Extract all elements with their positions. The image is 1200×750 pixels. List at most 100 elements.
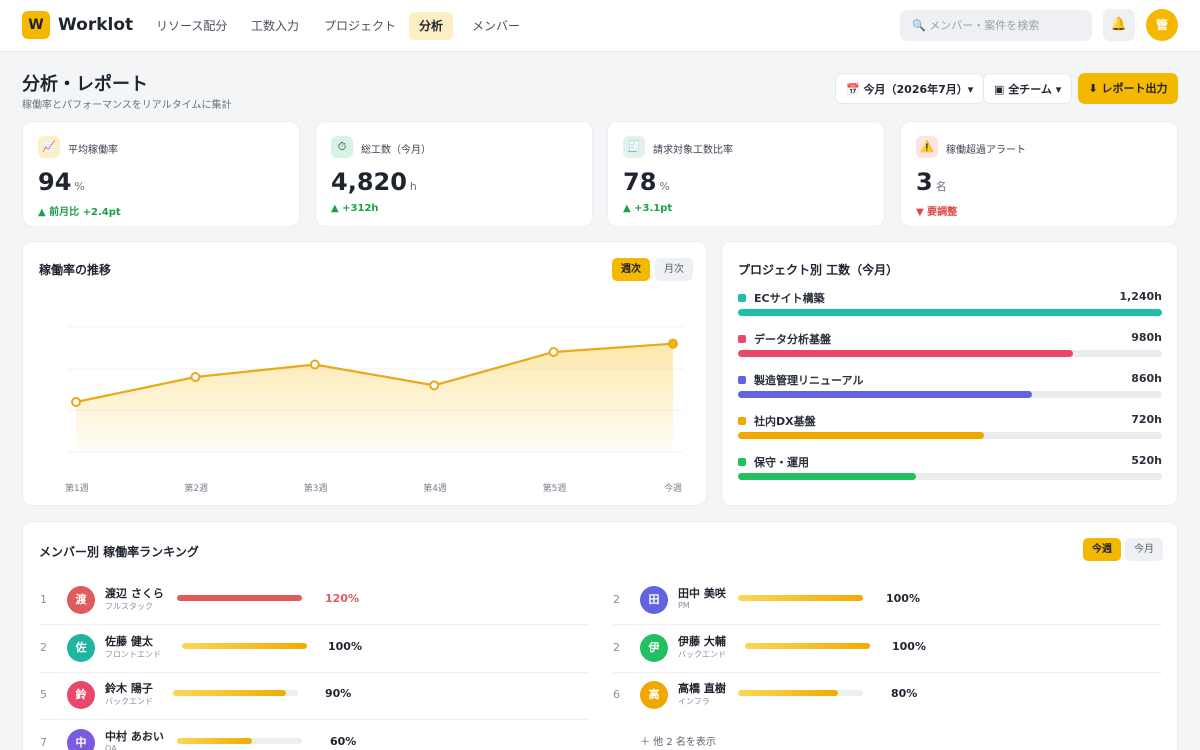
member-ranking-card: メンバー別 稼働率ランキング 今週 今月 1 渡渡辺 さくら フルスタック 120% 2… <box>22 521 1178 750</box>
period-filter-dropdown[interactable]: 📅 今月（2026年7月）▾ <box>835 73 985 104</box>
nav-members[interactable]: メンバー <box>462 12 530 40</box>
utilization-trend-card: 稼働率の推移 週次 月次 第1週 第2週 第3週 第4週 第5週 今週 <box>22 241 707 506</box>
member-name: 中村 あおい <box>105 729 164 743</box>
toggle-this-month[interactable]: 今月 <box>1125 538 1163 561</box>
data-point[interactable] <box>190 372 201 382</box>
member-avatar: 高 <box>640 681 668 709</box>
ranking-row[interactable]: 1 渡渡辺 さくら フルスタック 120% <box>40 578 589 625</box>
utilization-bar-fill <box>182 642 307 649</box>
project-name: 製造管理リニューアル <box>754 374 864 387</box>
nav-time-entry[interactable]: 工数入力 <box>241 12 309 40</box>
member-avatar: 佐 <box>67 633 95 662</box>
data-point[interactable] <box>668 338 678 349</box>
utilization-bar-fill <box>177 595 302 601</box>
stopwatch-icon: ⏱ <box>331 136 353 158</box>
utilization-bar-fill <box>173 690 286 696</box>
utilization-bar-track <box>745 642 870 649</box>
kpi-label: 稼働超過アラート <box>946 145 1026 156</box>
utilization-bar-track <box>738 690 863 696</box>
kpi-card-overload-alert: ⚠️ 稼働超過アラート 3名 ▼ 要調整 <box>900 121 1178 227</box>
kpi-value: 78% <box>623 168 670 196</box>
project-hours-card: プロジェクト別 工数（今月） ECサイト構築 1,240h データ分析基盤 98… <box>721 241 1178 506</box>
utilization-bar-track <box>173 690 298 696</box>
app-name[interactable]: Worklot <box>58 15 133 35</box>
project-bar-fill <box>738 473 916 480</box>
data-point[interactable] <box>429 380 440 391</box>
member-name: 渡辺 さくら <box>105 587 164 600</box>
rank-number: 7 <box>40 735 47 749</box>
kpi-value: 4,820 h <box>331 168 417 196</box>
series-area <box>76 343 673 452</box>
project-row[interactable]: ECサイト構築 1,240h <box>738 290 1162 330</box>
project-row[interactable]: 社内DX基盤 720h <box>738 413 1162 453</box>
x-tick-label: 第5週 <box>542 484 567 494</box>
x-tick-label: 第3週 <box>303 484 328 494</box>
ranking-row[interactable]: 5 鈴鈴木 陽子 バックエンド 90% <box>40 673 589 720</box>
show-more-members-link[interactable]: ＋ 他 2 名を表示 <box>640 733 716 748</box>
member-name: 伊藤 大輔 <box>678 634 726 648</box>
project-hours: 720h <box>1131 413 1162 426</box>
rank-number: 2 <box>40 640 47 654</box>
rank-number: 2 <box>613 593 620 606</box>
utilization-bar-fill <box>177 737 252 744</box>
warning-icon: ⚠️ <box>916 136 938 158</box>
rank-number: 6 <box>613 688 620 701</box>
project-name: 保守・運用 <box>754 456 809 469</box>
member-avatar: 田 <box>640 586 668 614</box>
search-input[interactable]: 🔍 メンバー・案件を検索 <box>900 10 1092 41</box>
utilization-bar-fill <box>738 690 838 696</box>
app-logo[interactable]: W <box>22 11 50 39</box>
member-role: インフラ <box>678 697 710 706</box>
rank-number: 5 <box>40 688 47 701</box>
toggle-this-week[interactable]: 今週 <box>1083 538 1121 561</box>
member-role: バックエンド <box>678 649 726 659</box>
data-point[interactable] <box>71 397 81 407</box>
x-tick-label: 第2週 <box>184 484 209 494</box>
project-bar-fill <box>738 309 1162 316</box>
project-hours: 860h <box>1131 372 1162 385</box>
kpi-delta: ▲ +3.1pt <box>623 203 673 214</box>
card-title: メンバー別 稼働率ランキング <box>39 545 199 559</box>
ranking-row[interactable]: 2 田田中 美咲 PM 100% <box>613 578 1162 625</box>
nav-resource-allocation[interactable]: リソース配分 <box>146 12 237 40</box>
project-row[interactable]: 保守・運用 520h <box>738 454 1162 494</box>
project-hours: 520h <box>1131 454 1162 467</box>
project-row[interactable]: 製造管理リニューアル 860h <box>738 372 1162 412</box>
utilization-percent: 100% <box>886 592 920 605</box>
utilization-percent: 90% <box>325 687 352 700</box>
utilization-bar-track <box>177 737 302 744</box>
team-filter-dropdown[interactable]: ▣ 全チーム ▾ <box>983 73 1073 104</box>
utilization-bar-fill <box>738 595 863 601</box>
project-hours: 1,240h <box>1119 290 1162 303</box>
project-bar-fill <box>738 432 984 439</box>
data-point[interactable] <box>548 347 559 357</box>
project-bar-track <box>738 473 1162 480</box>
ranking-row[interactable]: 6 高高橋 直樹 インフラ 80% <box>613 673 1162 720</box>
kpi-card-avg-utilization: 📈 平均稼働率 94% ▲ 前月比 +2.4pt <box>22 121 300 227</box>
kpi-delta: ▼ 要調整 <box>916 207 958 218</box>
member-name: 佐藤 健太 <box>105 634 153 648</box>
user-avatar[interactable]: 管 <box>1146 9 1178 41</box>
project-row[interactable]: データ分析基盤 980h <box>738 331 1162 371</box>
nav-analytics[interactable]: 分析 <box>409 12 454 40</box>
data-point[interactable] <box>309 359 320 370</box>
project-color-dot <box>738 335 746 343</box>
project-color-dot <box>738 417 746 425</box>
project-bar-track <box>738 309 1162 316</box>
kpi-delta: ▲ 前月比 +2.4pt <box>38 207 121 218</box>
project-hours: 980h <box>1131 331 1162 344</box>
ranking-row[interactable]: 7 中中村 あおい QA 60% <box>40 721 589 750</box>
member-avatar: 中 <box>67 728 95 750</box>
utilization-percent: 100% <box>892 639 926 653</box>
kpi-card-total-hours: ⏱ 総工数（今月） 4,820 h ▲ +312h <box>315 121 593 227</box>
notification-bell-icon[interactable]: 🔔 <box>1103 9 1135 41</box>
page-title: 分析・レポート <box>22 74 148 95</box>
export-report-button[interactable]: ⬇ レポート出力 <box>1078 73 1178 104</box>
ranking-row[interactable]: 2 伊伊藤 大輔 バックエンド 100% <box>613 626 1162 673</box>
project-bar-track <box>738 350 1162 357</box>
kpi-delta: ▲ +312h <box>331 203 379 214</box>
project-name: ECサイト構築 <box>754 292 825 305</box>
nav-projects[interactable]: プロジェクト <box>314 12 406 40</box>
utilization-percent: 80% <box>891 687 918 700</box>
ranking-row[interactable]: 2 佐佐藤 健太 フロントエンド 100% <box>40 626 589 673</box>
